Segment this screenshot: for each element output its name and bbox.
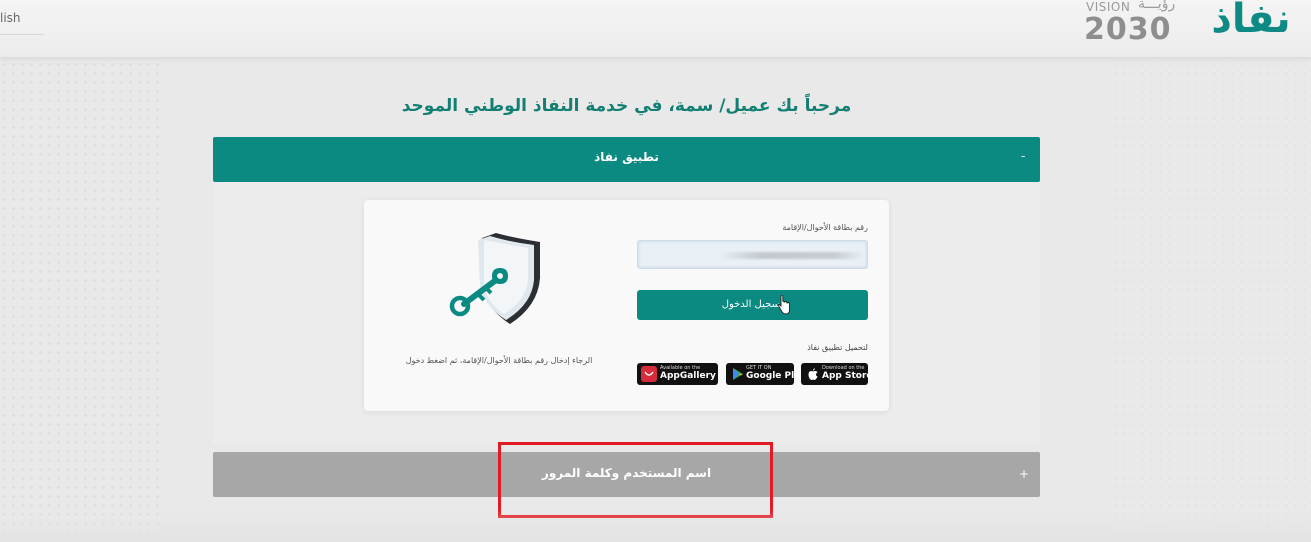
app-accordion-header[interactable]: تطبيق نفاذ - — [213, 137, 1040, 182]
language-switch-link[interactable]: lish — [0, 9, 44, 35]
page-title: مرحباً بك عميل/ سمة، في خدمة النفاذ الوط… — [401, 96, 852, 116]
shield-key-icon — [449, 233, 540, 324]
download-app-label: لتحميل تطبيق نفاذ — [807, 343, 868, 352]
expand-toggle-icon[interactable]: + — [1019, 467, 1029, 481]
login-button[interactable]: تسجيل الدخول — [637, 290, 868, 320]
hand-pointer-icon — [777, 295, 790, 315]
background-dot-pattern — [0, 60, 160, 542]
background-dot-pattern-right — [1111, 60, 1311, 542]
appgallery-name: AppGallery — [660, 371, 716, 381]
id-number-label: رقم بطاقة الأحوال/الإقامة — [782, 223, 868, 232]
google-play-badge[interactable]: GET IT ON Google Play — [726, 363, 806, 385]
vision-arabic-word: رؤيـــة — [1138, 0, 1176, 12]
bottom-shade — [0, 510, 1311, 542]
app-store-badge[interactable]: Download on the App Store — [801, 363, 873, 385]
vision-year: 2030 — [1084, 12, 1172, 47]
top-header: lish VISION رؤيـــة 2030 نفاذ — [0, 0, 1311, 58]
nafath-logo[interactable]: نفاذ — [1206, 0, 1296, 48]
apple-icon — [808, 368, 818, 380]
google-play-name: Google Play — [746, 371, 806, 381]
appgallery-badge[interactable]: Available on the AppGallery — [637, 363, 718, 385]
google-play-icon — [733, 368, 743, 380]
red-highlight-annotation — [498, 442, 773, 518]
app-store-name: App Store — [822, 371, 873, 381]
blurred-id-value — [719, 252, 864, 259]
collapse-toggle-icon[interactable]: - — [1021, 149, 1025, 163]
huawei-icon — [641, 366, 657, 382]
app-accordion-title: تطبيق نفاذ — [594, 150, 659, 164]
login-card: رقم بطاقة الأحوال/الإقامة تسجيل الدخول ل… — [364, 200, 889, 411]
login-instructions: الرجاء إدخال رقم بطاقة الأحوال/الإقامة، … — [405, 356, 593, 365]
vision-2030-logo: VISION رؤيـــة 2030 — [1084, 0, 1184, 48]
